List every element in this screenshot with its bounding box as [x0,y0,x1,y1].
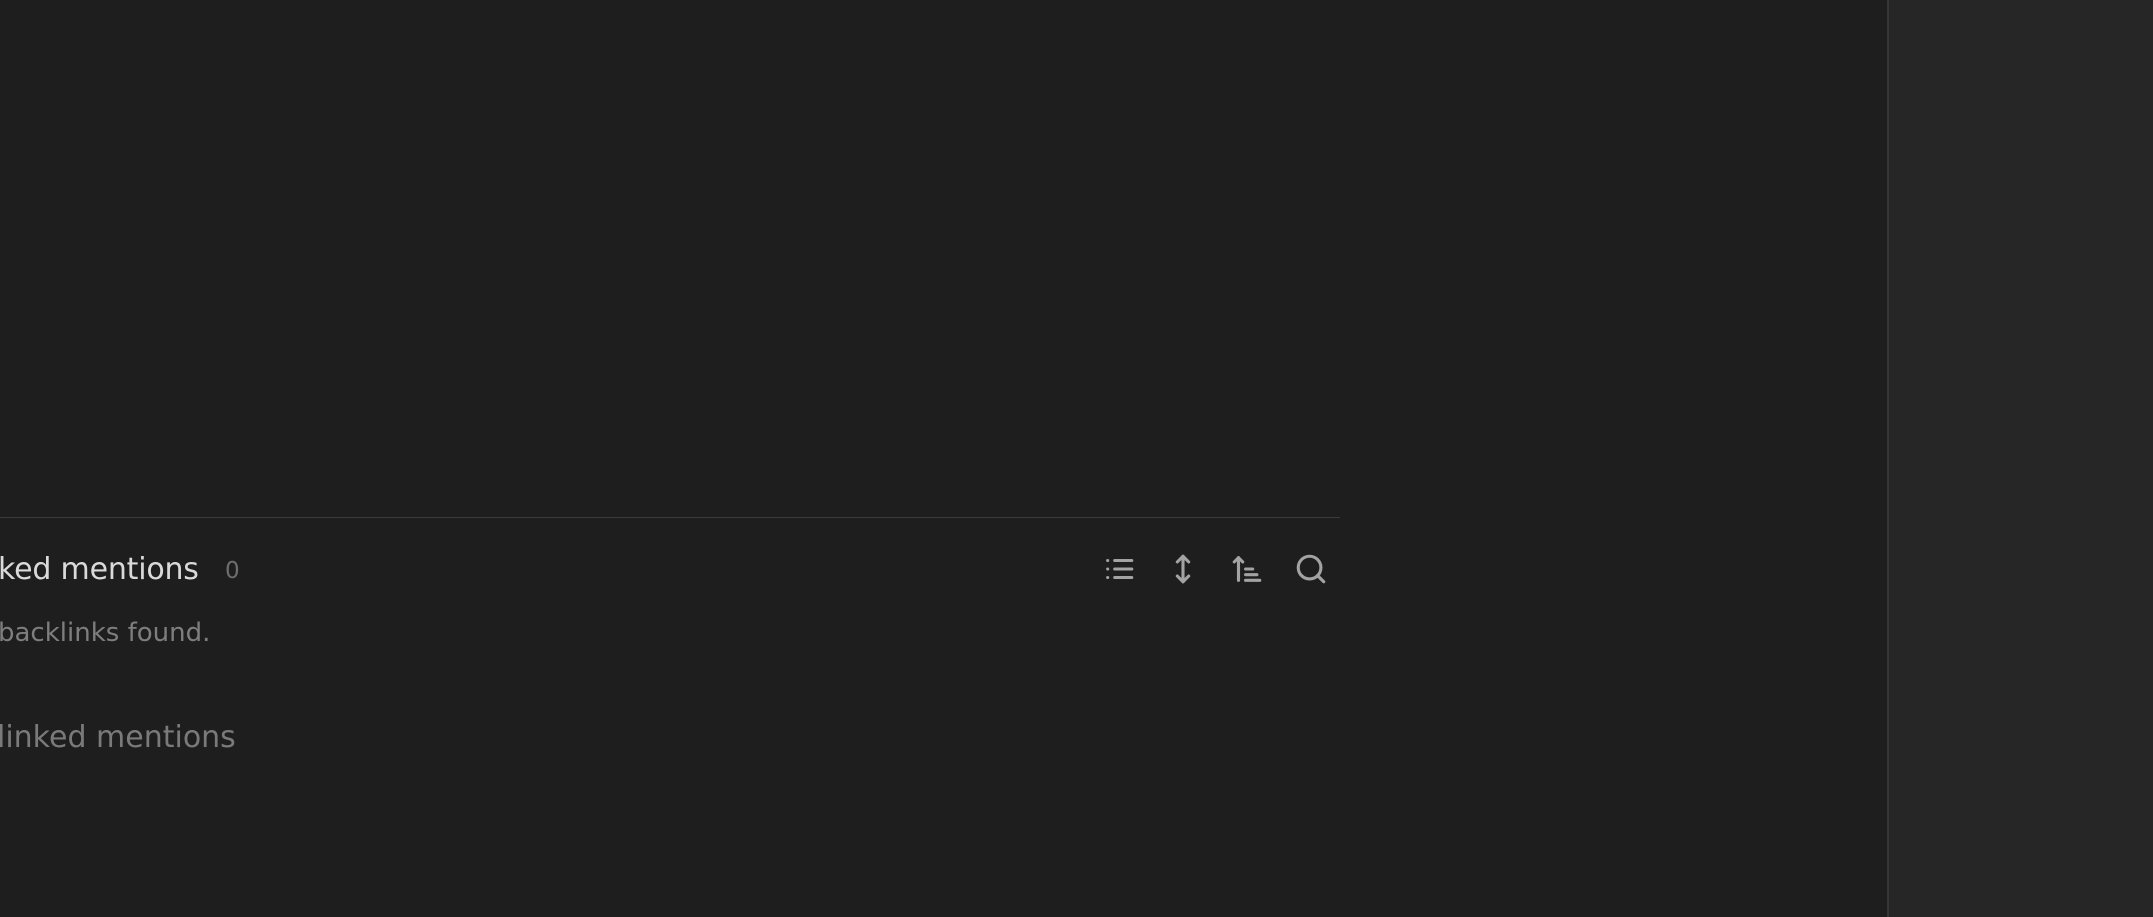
search-icon [1296,554,1326,584]
list-icon [1106,558,1134,580]
no-backlinks-message: backlinks found. [0,618,211,648]
linked-mentions-title[interactable]: ked mentions [0,550,199,590]
expand-vertical-icon [1175,554,1191,584]
right-sidebar [1889,0,2153,917]
linked-mentions-count: 0 [225,558,240,584]
backlinks-divider [0,517,1340,518]
backlinks-toolbar [1096,546,1334,592]
sort-icon [1232,556,1262,582]
search-button[interactable] [1288,546,1334,592]
collapse-results-button[interactable] [1096,546,1142,592]
show-more-context-button[interactable] [1160,546,1206,592]
app-window: ked mentions 0 backlinks found. linked m… [0,0,2153,917]
editor-pane: ked mentions 0 backlinks found. linked m… [0,0,1887,917]
unlinked-mentions-title[interactable]: linked mentions [0,718,236,758]
change-sort-order-button[interactable] [1224,546,1270,592]
